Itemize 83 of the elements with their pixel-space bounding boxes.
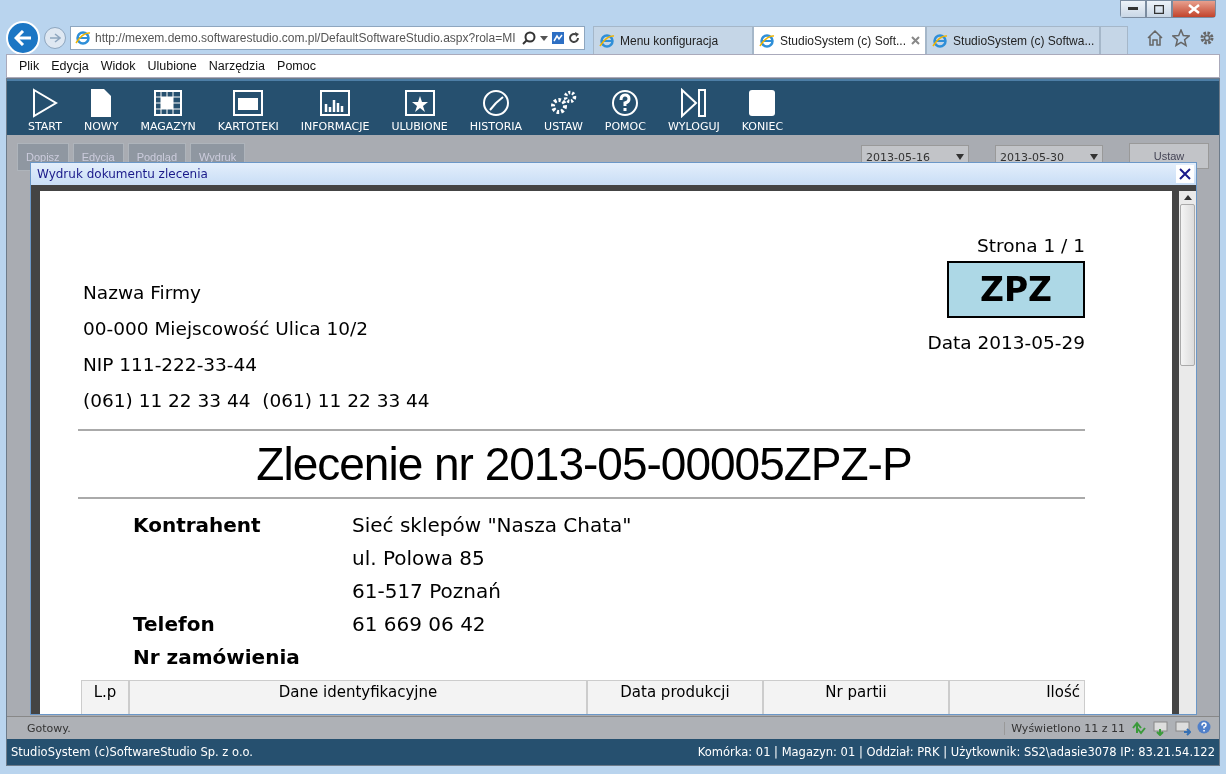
browser-tab[interactable]: Menu konfiguracja — [593, 26, 753, 54]
export-icon[interactable] — [1153, 720, 1169, 736]
minimize-button[interactable] — [1120, 0, 1146, 18]
settings-icon[interactable] — [1198, 29, 1216, 47]
back-arrow-icon — [14, 30, 32, 46]
close-button[interactable] — [1176, 165, 1194, 183]
minimize-icon — [1128, 7, 1138, 11]
document-code: ZPZ — [947, 261, 1085, 318]
back-button[interactable] — [6, 21, 40, 55]
logout-icon — [678, 88, 709, 118]
browser-icon — [75, 30, 91, 46]
detail-label: Kontrahent — [133, 512, 262, 539]
toolbar-button[interactable]: INFORMACJE — [289, 88, 381, 133]
toolbar-button[interactable]: KONIEC — [730, 88, 795, 133]
dropdown-icon — [1090, 154, 1098, 160]
scroll-thumb[interactable] — [1180, 204, 1195, 366]
toolbar-button[interactable]: POMOC — [593, 88, 657, 133]
home-icon[interactable] — [1146, 29, 1164, 47]
restore-icon — [1154, 4, 1164, 14]
forward-button[interactable] — [44, 27, 66, 49]
maximize-button[interactable] — [1146, 0, 1172, 18]
star-window-icon — [404, 88, 435, 118]
column-header: Nr partii — [763, 680, 949, 714]
toolbar-button[interactable]: HISTORIA — [458, 88, 534, 133]
column-header: Ilość — [949, 680, 1085, 714]
browser-icon — [599, 32, 615, 49]
detail-value: ul. Polowa 85 — [352, 545, 486, 572]
help-icon — [610, 88, 641, 118]
browser-tab[interactable]: StudioSystem (c) Softwa... — [926, 26, 1101, 54]
browser-icon — [759, 32, 775, 49]
export-icon[interactable] — [1175, 720, 1191, 736]
menu-item[interactable]: Pomoc — [271, 59, 322, 73]
company-line: (061) 11 22 33 44 (061) 11 22 33 44 — [83, 389, 430, 413]
menu-item[interactable]: Widok — [94, 59, 142, 73]
detail-value: Sieć sklepów "Nasza Chata" — [352, 512, 633, 539]
menu-item[interactable]: Ulubione — [141, 59, 203, 73]
toolbar-button[interactable]: ULUBIONE — [380, 88, 459, 133]
toolbar-button[interactable]: NOWY — [72, 88, 130, 133]
forward-arrow-icon — [49, 33, 61, 43]
status-text: Gotowy. — [27, 721, 71, 735]
column-header: Dane identyfikacyjne — [129, 680, 587, 714]
toolbar-button[interactable]: WYLOGUJ — [656, 88, 731, 133]
detail-value: 61 669 06 42 — [352, 611, 487, 638]
company-line: NIP 111-222-33-44 — [83, 353, 259, 377]
toolbar-button[interactable]: USTAW — [533, 88, 594, 133]
grid-icon — [153, 88, 184, 118]
menu-item[interactable]: Narzędzia — [202, 59, 272, 73]
close-icon — [1179, 168, 1191, 180]
square-icon — [747, 88, 778, 118]
detail-label: Telefon — [133, 611, 216, 638]
toolbar-button[interactable]: KARTOTEKI — [206, 88, 290, 133]
document-date: Data 2013-05-29 — [927, 332, 1085, 353]
dropdown-icon[interactable] — [540, 35, 548, 41]
page-number: Strona 1 / 1 — [977, 235, 1085, 256]
browser-tab[interactable]: StudioSystem (c) Soft... — [753, 26, 927, 54]
column-header: L.p — [81, 680, 129, 714]
chart-window-icon — [320, 88, 351, 118]
company-line: Nazwa Firmy — [83, 281, 202, 305]
record-count: Wyświetlono 11 z 11 — [1004, 721, 1131, 735]
document-heading: Zlecenie nr 2013-05-00005ZPZ-P — [255, 437, 913, 492]
search-icon[interactable] — [522, 31, 536, 45]
company-line: 00-000 Miejscowość Ulica 10/2 — [83, 317, 370, 341]
refresh-icon[interactable] — [568, 32, 580, 44]
menu-item[interactable]: Plik — [13, 59, 46, 73]
detail-value: 61-517 Poznań — [352, 578, 502, 605]
session-info: Komórka: 01 | Magazyn: 01 | Oddział: PRK | Użytkownik: SS2\adasie3078 IP: 83.21.54.122 — [697, 745, 1215, 759]
toolbar-button[interactable]: START — [17, 88, 73, 133]
footer-copyright: StudioSystem (c)SoftwareStudio Sp. z o.o. — [11, 745, 254, 759]
compatibility-icon[interactable] — [552, 32, 564, 44]
close-icon — [1188, 4, 1200, 14]
address-field[interactable]: http://mexem.demo.softwarestudio.com.pl/DefaultSoftwareStudio.aspx?rola=MI — [70, 26, 585, 50]
scrollbar[interactable] — [1179, 191, 1196, 714]
browser-icon — [932, 32, 949, 49]
menu-item[interactable]: Edycja — [45, 59, 95, 73]
detail-label: Nr zamówienia — [133, 644, 301, 671]
close-tab-icon[interactable] — [911, 36, 921, 45]
scroll-up-icon — [1183, 195, 1192, 200]
help-icon[interactable] — [1197, 720, 1211, 734]
window-icon — [233, 88, 264, 118]
dropdown-icon — [956, 154, 964, 160]
star-icon[interactable] — [1172, 29, 1190, 47]
column-header: Data produkcji — [587, 680, 763, 714]
toolbar-button[interactable]: MAGAZYN — [129, 88, 207, 133]
